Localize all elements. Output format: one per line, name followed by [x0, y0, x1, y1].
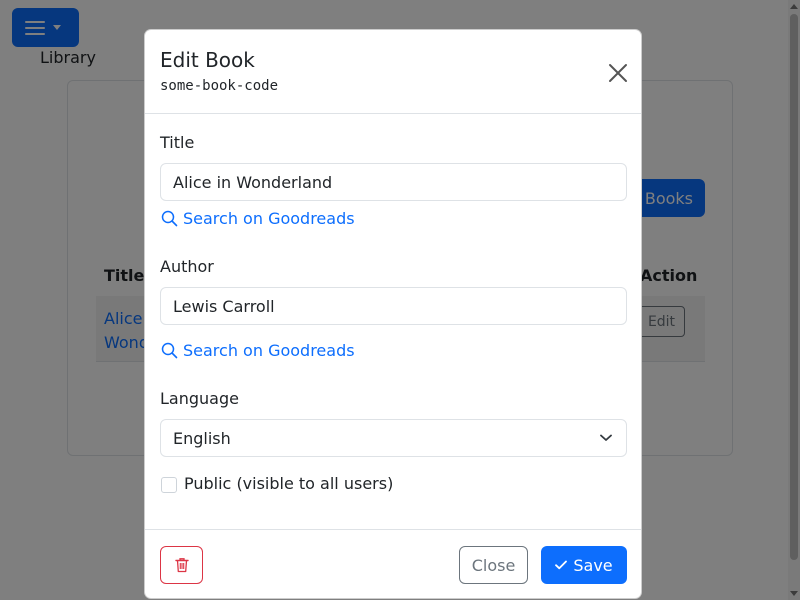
trash-icon — [174, 558, 189, 573]
save-button-label: Save — [573, 555, 613, 575]
title-input[interactable]: Alice in Wonderland — [160, 163, 627, 201]
edit-book-modal: Edit Book some-book-code Title Alice in … — [144, 29, 642, 599]
goodreads-link-text: Search on Goodreads — [183, 341, 355, 360]
modal-footer: Close Save — [145, 529, 641, 599]
close-button[interactable]: Close — [459, 546, 528, 584]
title-goodreads-link[interactable]: Search on Goodreads — [161, 209, 355, 228]
author-goodreads-link[interactable]: Search on Goodreads — [161, 341, 355, 360]
language-select[interactable]: English — [160, 419, 627, 457]
delete-button[interactable] — [160, 546, 203, 584]
author-input[interactable]: Lewis Carroll — [160, 287, 627, 325]
language-label: Language — [160, 389, 239, 408]
title-label: Title — [160, 133, 195, 152]
chevron-down-icon — [600, 434, 612, 441]
scroll-down-icon[interactable] — [790, 591, 798, 596]
public-checkbox-label[interactable]: Public (visible to all users) — [184, 474, 393, 493]
search-icon — [161, 342, 178, 359]
book-code: some-book-code — [160, 78, 279, 94]
scroll-thumb[interactable] — [790, 14, 798, 560]
search-icon — [161, 210, 178, 227]
close-icon[interactable] — [608, 63, 628, 83]
author-label: Author — [160, 257, 214, 276]
public-checkbox[interactable] — [161, 477, 177, 493]
modal-title: Edit Book — [160, 48, 255, 72]
check-icon — [555, 560, 568, 570]
modal-header: Edit Book some-book-code — [145, 30, 641, 114]
scrollbar[interactable] — [788, 0, 800, 600]
goodreads-link-text: Search on Goodreads — [183, 209, 355, 228]
language-selected-value: English — [173, 428, 231, 448]
save-button[interactable]: Save — [541, 546, 627, 584]
scroll-up-icon[interactable] — [790, 4, 798, 9]
